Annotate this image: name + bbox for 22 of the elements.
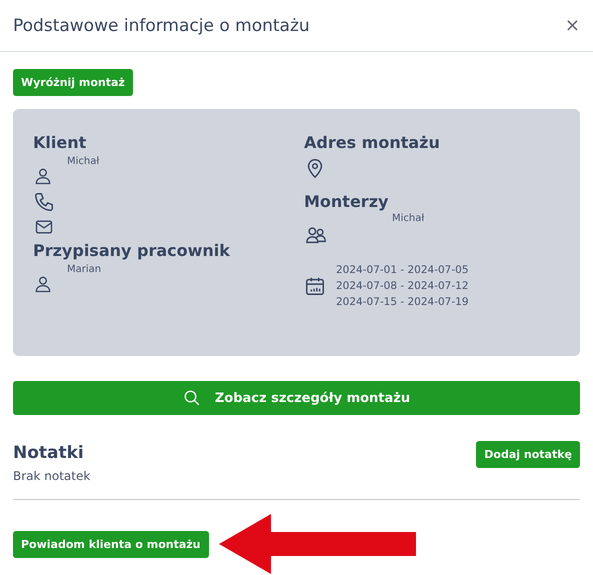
add-note-button[interactable]: Dodaj notatkę: [476, 441, 580, 468]
search-icon: [182, 389, 201, 407]
section-heading: Przypisany pracownik: [33, 241, 230, 260]
calendar-icon: [304, 275, 326, 297]
notes-heading: Notatki: [13, 443, 85, 463]
arrow-icon: [218, 514, 419, 574]
close-button[interactable]: ×: [564, 15, 580, 36]
date-range: 2024-07-15 - 2024-07-19: [336, 295, 469, 310]
section-heading: Adres montażu: [304, 133, 440, 152]
employee-name: Marian: [67, 264, 102, 275]
empty-notes-text: Brak notatek: [13, 469, 90, 483]
installer-name: Michał: [392, 213, 424, 224]
client-name: Michał: [67, 156, 100, 167]
phone-icon: [33, 191, 55, 213]
date-range: 2024-07-08 - 2024-07-12: [336, 279, 469, 294]
section-heading: Monterzy: [304, 192, 388, 211]
details-button[interactable]: Zobacz szczegóły montażu: [13, 381, 580, 415]
dialog-title: Podstawowe informacje o montażu: [13, 16, 310, 36]
date-range: 2024-07-01 - 2024-07-05: [336, 263, 469, 278]
notify-client-button[interactable]: Powiadom klienta o montażu: [13, 530, 209, 558]
section-heading: Klient: [33, 133, 86, 152]
highlight-button[interactable]: Wyróżnij montaż: [13, 69, 133, 96]
